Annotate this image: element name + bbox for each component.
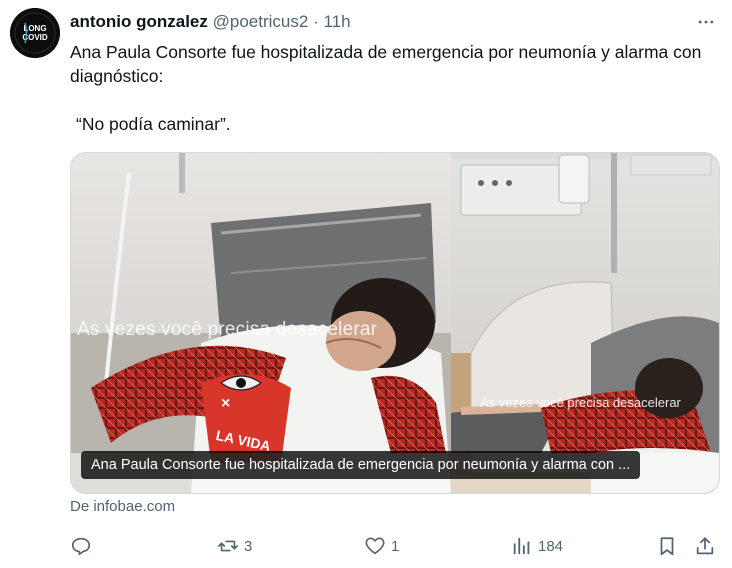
bookmark-button[interactable] <box>656 532 678 560</box>
link-card[interactable]: × LA VIDA As vezes você precisa desacele… <box>70 152 720 494</box>
separator-dot: · <box>313 12 319 31</box>
tweet-header: antonio gonzalez @poetricus2 · 11h <box>70 12 351 32</box>
avatar[interactable]: LONG COVID <box>10 8 60 58</box>
views-button[interactable]: 184 <box>511 532 563 560</box>
action-bar: 3 1 184 <box>70 532 720 560</box>
retweet-button[interactable]: 3 <box>217 532 252 560</box>
more-button[interactable] <box>694 10 718 34</box>
card-source[interactable]: De infobae.com <box>70 498 175 515</box>
like-button[interactable]: 1 <box>364 532 399 560</box>
svg-text:×: × <box>221 395 230 412</box>
video-overlay-text-left: As vezes você precisa desacelerar <box>77 319 378 340</box>
author-handle[interactable]: @poetricus2 <box>213 12 309 31</box>
share-button[interactable] <box>694 532 716 560</box>
tweet-quote: “No podía caminar”. <box>76 114 231 134</box>
like-count: 1 <box>391 537 400 555</box>
views-icon <box>513 537 530 555</box>
reply-button[interactable] <box>70 532 97 560</box>
views-count: 184 <box>538 537 564 555</box>
heart-icon <box>365 537 385 555</box>
bookmark-icon <box>660 537 674 556</box>
tweet-text: Ana Paula Consorte fue hospitalizada de … <box>70 40 710 136</box>
author-name[interactable]: antonio gonzalez <box>70 12 208 31</box>
retweet-icon <box>218 540 238 552</box>
video-overlay-text-right: As vezes você precisa desacelerar <box>480 395 681 410</box>
retweet-count: 3 <box>244 537 253 555</box>
long-covid-logo-icon: LONG COVID <box>10 8 60 58</box>
card-title[interactable]: Ana Paula Consorte fue hospitalizada de … <box>81 451 641 479</box>
reply-icon <box>71 537 91 556</box>
timestamp[interactable]: 11h <box>323 12 350 31</box>
more-horizontal-icon <box>698 20 714 24</box>
tweet-line: Ana Paula Consorte fue hospitalizada de … <box>70 42 702 86</box>
share-icon <box>696 537 714 555</box>
